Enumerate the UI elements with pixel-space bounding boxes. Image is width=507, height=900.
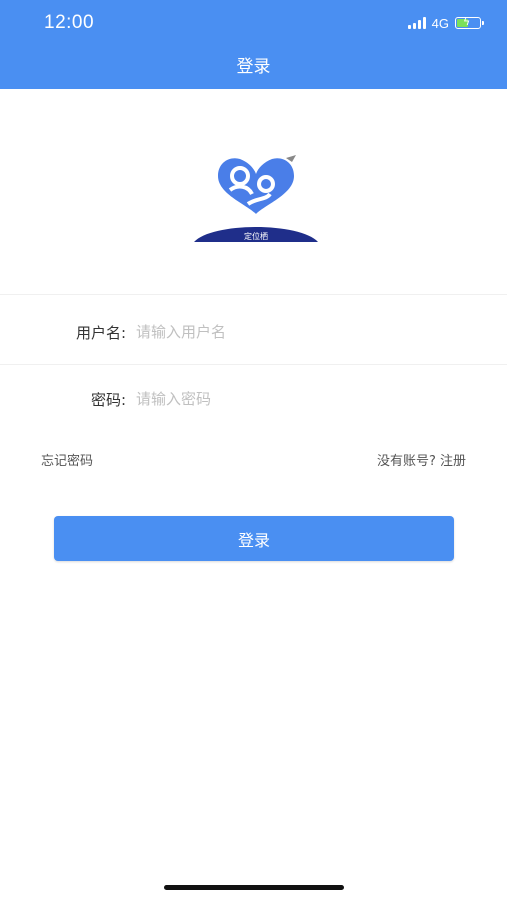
top-bar: 12:00 4G ϟ 登录 bbox=[0, 0, 507, 89]
network-type: 4G bbox=[431, 15, 449, 31]
signal-icon bbox=[407, 17, 426, 29]
login-button[interactable]: 登录 bbox=[54, 516, 454, 561]
login-screen: 12:00 4G ϟ 登录 定位栖 用户名: 密码: bbox=[0, 0, 507, 900]
divider-middle bbox=[0, 364, 507, 365]
battery-icon: ϟ bbox=[455, 15, 484, 29]
logo-text: 定位栖 bbox=[244, 231, 268, 241]
home-indicator[interactable] bbox=[164, 885, 344, 890]
charging-icon: ϟ bbox=[463, 15, 471, 28]
heart-logo-icon: 定位栖 bbox=[194, 155, 318, 242]
status-icons: 4G ϟ bbox=[407, 14, 484, 32]
username-label: 用户名: bbox=[75, 324, 126, 342]
forgot-password-link[interactable]: 忘记密码 bbox=[41, 450, 93, 469]
page-title: 登录 bbox=[236, 57, 271, 77]
password-input[interactable] bbox=[136, 387, 456, 411]
divider-top bbox=[0, 294, 507, 295]
status-time: 12:00 bbox=[44, 12, 95, 33]
register-link[interactable]: 没有账号? 注册 bbox=[377, 450, 466, 469]
username-input[interactable] bbox=[136, 320, 456, 344]
password-label: 密码: bbox=[90, 391, 126, 409]
